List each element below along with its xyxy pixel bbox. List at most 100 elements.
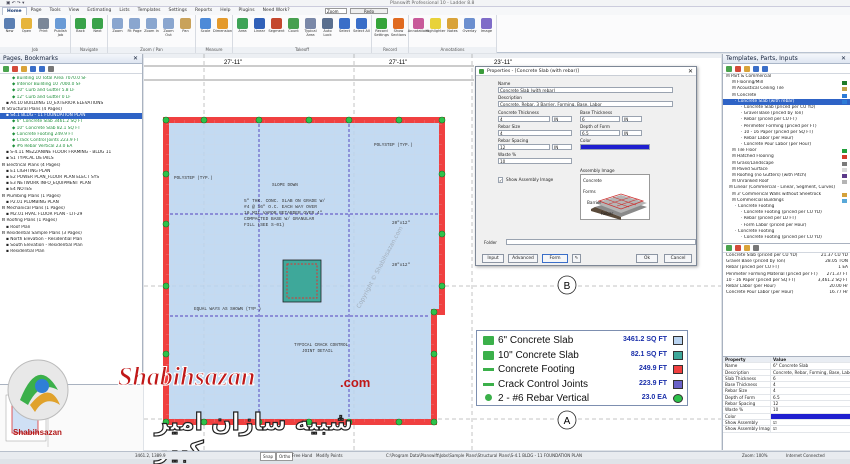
- settings-icon[interactable]: [48, 65, 54, 72]
- tab-plugins[interactable]: Plugins: [234, 7, 258, 15]
- tab-view[interactable]: View: [65, 7, 84, 15]
- zoom-out-button[interactable]: Zoom Out: [160, 16, 177, 46]
- tab-needwork[interactable]: Need Work?: [259, 7, 294, 15]
- select-all-button[interactable]: Select All: [353, 16, 370, 46]
- tab-help[interactable]: Help: [216, 7, 234, 15]
- tab-templates[interactable]: Templates: [134, 7, 165, 15]
- form-button[interactable]: Form: [542, 254, 568, 263]
- color-picker[interactable]: [580, 144, 650, 150]
- snap-toggle[interactable]: Snap: [260, 452, 277, 461]
- typical-area-button[interactable]: Typical Area: [302, 16, 319, 46]
- quick-access-toolbar[interactable]: ▣ ↶ ↷ ▾: [6, 1, 24, 6]
- overlay-button[interactable]: Overlay: [461, 16, 478, 46]
- folder-icon[interactable]: [744, 245, 750, 252]
- input-button[interactable]: Input: [482, 254, 504, 263]
- slab-thickness-field[interactable]: 4: [498, 116, 550, 122]
- legend-row[interactable]: Concrete Footing 249.9 FT: [481, 363, 685, 376]
- scale-button[interactable]: Scale: [197, 16, 214, 46]
- auto-lock-button[interactable]: Auto Lock: [319, 16, 336, 46]
- zoom-in-button[interactable]: Zoom In: [143, 16, 160, 46]
- move-down-icon[interactable]: [39, 65, 45, 72]
- close-icon[interactable]: ✕: [688, 67, 693, 76]
- depth-of-form-field[interactable]: 6.5: [580, 130, 620, 136]
- close-icon[interactable]: ✕: [133, 54, 138, 64]
- modify-points-toggle[interactable]: Modify Points: [316, 452, 343, 459]
- status-bar: 3461.2, 1389.9 Snap Ortho Free Hand Modi…: [0, 451, 850, 461]
- rebar-spacing-field[interactable]: 12: [498, 144, 550, 150]
- publish-job-icon: [55, 18, 66, 29]
- edit-icon[interactable]: ✎: [572, 254, 581, 263]
- redo-button[interactable]: Redo: [350, 8, 388, 14]
- delete-part-icon[interactable]: [735, 245, 741, 252]
- legend-row[interactable]: 10" Concrete Slab 82.1 SQ FT: [481, 349, 685, 362]
- free-hand-toggle[interactable]: Free Hand: [292, 452, 312, 459]
- linear-button[interactable]: Linear: [251, 16, 268, 46]
- legend-row[interactable]: 6" Concrete Slab 3461.2 SQ FT: [481, 334, 685, 347]
- folder-select[interactable]: [506, 239, 696, 245]
- page-thumbnail[interactable]: [0, 384, 143, 451]
- dimension-button[interactable]: Dimension: [213, 16, 232, 46]
- fit-page-button[interactable]: Fit Page: [126, 16, 143, 46]
- base-unit-select[interactable]: IN: [622, 116, 642, 122]
- tab-estimating[interactable]: Estimating: [83, 7, 115, 15]
- open-button[interactable]: Open: [18, 16, 35, 46]
- folder-icon[interactable]: [744, 65, 750, 72]
- publish-job-button[interactable]: Publish Job: [52, 16, 69, 46]
- advanced-button[interactable]: Advanced: [508, 254, 538, 263]
- dimension-icon: [217, 18, 228, 29]
- tree-item[interactable]: ▪ Residential Plan: [0, 249, 142, 255]
- pan-button[interactable]: Pan: [177, 16, 194, 46]
- new-button[interactable]: New: [1, 16, 18, 46]
- part-item[interactable]: Concrete Pour Labor (per Hour) 16.77 Hr: [723, 290, 850, 296]
- close-icon[interactable]: ✕: [841, 54, 846, 64]
- property-row[interactable]: Show Assembly Image ☑: [723, 426, 850, 433]
- print-button[interactable]: Print: [35, 16, 52, 46]
- legend-row[interactable]: Crack Control Joints 223.9 FT: [481, 378, 685, 391]
- tab-tools[interactable]: Tools: [46, 7, 65, 15]
- waste-field[interactable]: 10: [498, 158, 572, 164]
- slab-area-10in[interactable]: [282, 259, 322, 303]
- move-up-icon[interactable]: [30, 65, 36, 72]
- tab-page[interactable]: Page: [27, 7, 46, 15]
- ortho-toggle[interactable]: Ortho: [276, 452, 294, 461]
- description-field[interactable]: Concrete, Rebar, 3 Barrier, Forming, Bas…: [498, 101, 673, 107]
- delete-icon[interactable]: [735, 65, 741, 72]
- form-unit-select[interactable]: IN: [622, 130, 642, 136]
- up-icon[interactable]: [753, 65, 759, 72]
- rebar-size-field[interactable]: 4: [498, 130, 572, 136]
- folder-icon[interactable]: [21, 65, 27, 72]
- record-settings-button[interactable]: Record Settings: [373, 16, 390, 46]
- delete-icon[interactable]: [12, 65, 18, 72]
- template-item[interactable]: · Concrete Footing (priced per CU YD): [723, 235, 850, 241]
- tab-lists[interactable]: Lists: [115, 7, 133, 15]
- zoom-button[interactable]: Zoom: [109, 16, 126, 46]
- annotations-button[interactable]: Annotations: [408, 16, 429, 46]
- count-button[interactable]: Count: [285, 16, 302, 46]
- legend-row[interactable]: 2 - #6 Rebar Vertical 23.0 EA: [481, 392, 685, 405]
- settings-icon[interactable]: [753, 245, 759, 252]
- segment-button[interactable]: Segment: [268, 16, 285, 46]
- zoom-input[interactable]: Zoom: [325, 8, 347, 14]
- add-page-icon[interactable]: [3, 65, 9, 72]
- show-sections-button[interactable]: Show Sections: [390, 16, 407, 46]
- back-button[interactable]: Back: [72, 16, 89, 46]
- notes-button[interactable]: Notes: [444, 16, 461, 46]
- ok-button[interactable]: Ok: [636, 254, 658, 263]
- add-icon[interactable]: [726, 65, 732, 72]
- cancel-button[interactable]: Cancel: [664, 254, 692, 263]
- name-field[interactable]: Concrete Slab (with rebar): [498, 87, 673, 93]
- select-button[interactable]: Select: [336, 16, 353, 46]
- down-icon[interactable]: [762, 65, 768, 72]
- tab-reports[interactable]: Reports: [191, 7, 216, 15]
- tab-settings[interactable]: Settings: [164, 7, 190, 15]
- area-button[interactable]: Area: [234, 16, 251, 46]
- next-button[interactable]: Next: [89, 16, 106, 46]
- image-button[interactable]: Image: [478, 16, 495, 46]
- slab-unit-select[interactable]: IN: [552, 116, 572, 122]
- tab-home[interactable]: Home: [2, 7, 27, 15]
- add-part-icon[interactable]: [726, 245, 732, 252]
- show-assembly-checkbox[interactable]: ✓: [498, 177, 503, 183]
- highlighter-button[interactable]: Highlighter: [426, 16, 445, 46]
- base-thickness-field[interactable]: 6: [580, 116, 620, 122]
- spacing-unit-select[interactable]: IN: [552, 144, 572, 150]
